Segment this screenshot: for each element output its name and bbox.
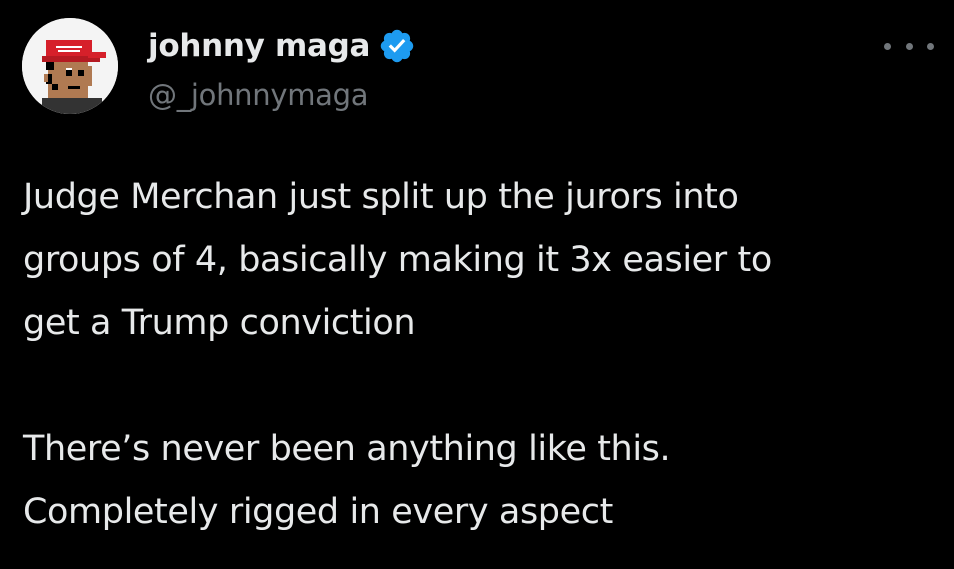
author-handle[interactable]: @_johnnymaga xyxy=(148,78,369,112)
author-name-row[interactable]: johnny maga xyxy=(148,24,416,68)
tweet-text: Judge Merchan just split up the jurors i… xyxy=(23,166,943,544)
verified-badge-icon xyxy=(380,29,414,63)
author-display-name[interactable]: johnny maga xyxy=(148,28,370,64)
tweet-paragraph: Judge Merchan just split up the jurors i… xyxy=(23,177,772,343)
pixel-art-avatar-icon xyxy=(22,18,118,114)
more-dot xyxy=(905,42,913,50)
tweet-card[interactable]: johnny maga @_johnnymaga Judge Merchan j… xyxy=(0,0,954,569)
more-dot xyxy=(927,42,934,50)
more-options-icon[interactable] xyxy=(884,36,934,56)
tweet-paragraph: There’s never been anything like this. C… xyxy=(23,429,671,532)
avatar[interactable] xyxy=(22,18,118,114)
more-dot xyxy=(884,42,891,50)
